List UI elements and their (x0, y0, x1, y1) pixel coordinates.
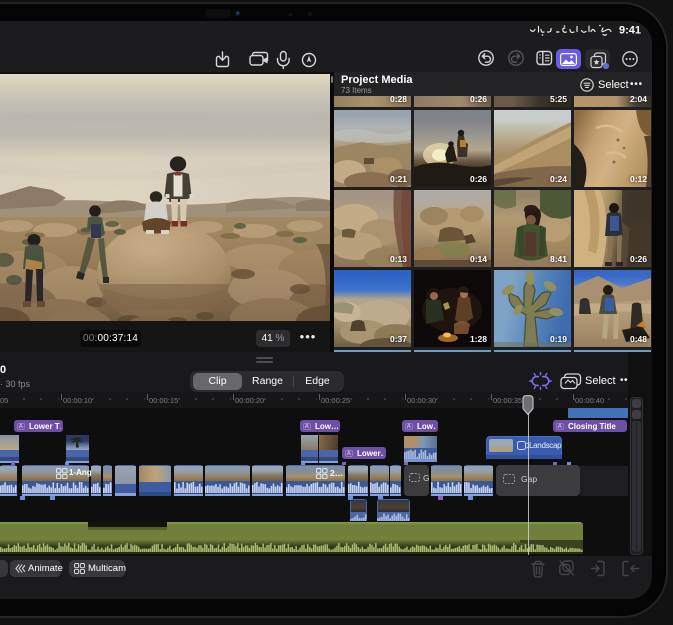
svg-text:9:41: 9:41 (619, 25, 641, 37)
